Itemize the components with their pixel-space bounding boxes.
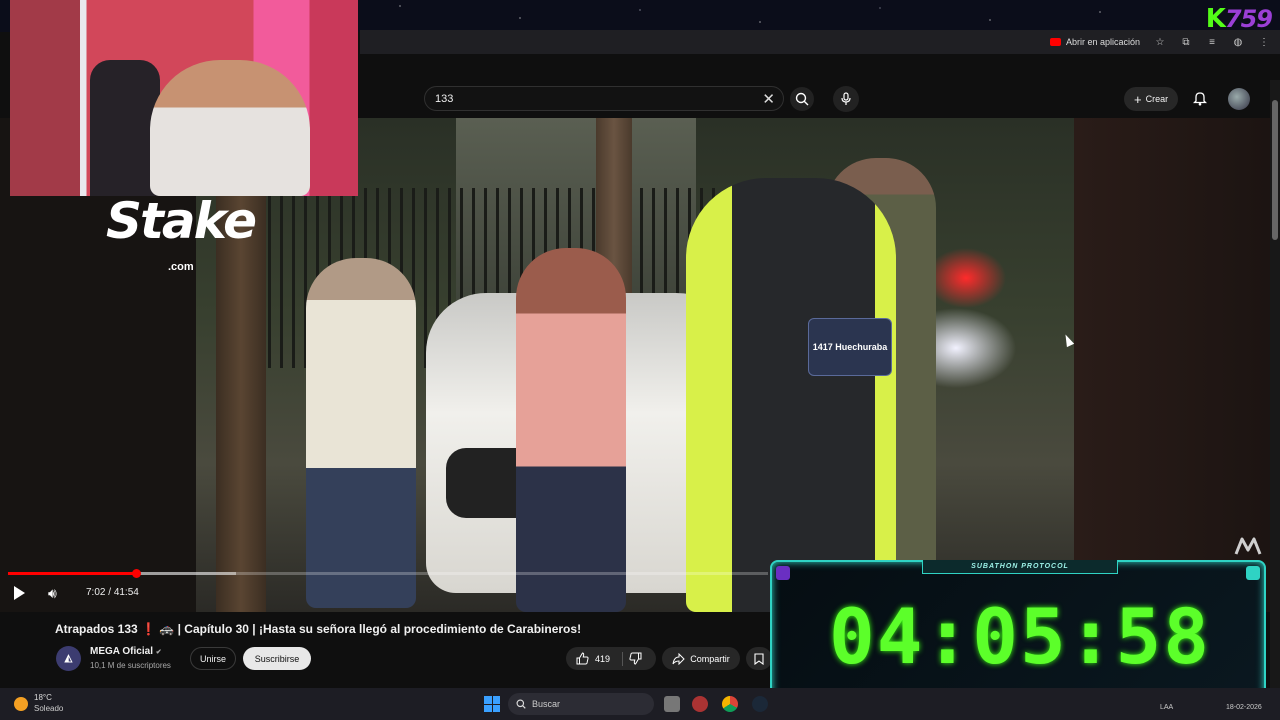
plus-icon: + xyxy=(1134,91,1142,107)
channel-name[interactable]: MEGA Oficial ✔ xyxy=(90,646,162,657)
progress-bar[interactable] xyxy=(8,569,768,578)
video-officer xyxy=(686,178,896,612)
share-label: Compartir xyxy=(690,653,730,664)
create-button[interactable]: + Crear xyxy=(1124,87,1179,111)
input-language[interactable]: LAA xyxy=(1160,704,1173,711)
clear-search-icon[interactable]: ✕ xyxy=(762,90,775,108)
subscriber-count: 10,1 M de suscriptores xyxy=(90,661,171,670)
like-icon[interactable] xyxy=(576,652,589,665)
progress-scrubber[interactable] xyxy=(131,569,141,578)
bookmark-icon xyxy=(754,652,764,665)
like-count: 419 xyxy=(595,653,611,664)
weather-condition[interactable]: Soleado xyxy=(34,704,63,713)
subathon-label: SUBATHON PROTOCOL xyxy=(922,560,1118,574)
windows-start-icon[interactable] xyxy=(484,696,500,712)
verified-icon: ✔ xyxy=(155,649,162,656)
corner-ornament xyxy=(776,566,790,580)
star-icon[interactable]: ☆ xyxy=(1154,36,1166,48)
app-icon[interactable] xyxy=(692,696,708,712)
streamer xyxy=(150,60,310,196)
youtube-icon xyxy=(1049,38,1061,46)
sun-icon[interactable] xyxy=(14,697,28,711)
voice-search-button[interactable] xyxy=(833,86,859,112)
volume-icon[interactable]: 🔊︎ xyxy=(48,585,57,602)
open-in-app-label: Abrir en aplicación xyxy=(1065,37,1140,47)
steam-icon[interactable] xyxy=(752,696,768,712)
webcam-overlay xyxy=(10,0,358,196)
screen: K759 Abrir en aplicación ☆ ⧉ ≡ ◍ ⋮ ✕ + C… xyxy=(0,0,1280,720)
weather-temperature[interactable]: 18°C xyxy=(34,693,52,702)
mega-logo-icon xyxy=(1234,537,1262,555)
divider xyxy=(622,651,624,666)
corner-ornament xyxy=(1246,566,1260,580)
search-input[interactable] xyxy=(435,92,735,105)
scrollbar-thumb[interactable] xyxy=(1272,100,1278,240)
search-box[interactable]: ✕ xyxy=(424,86,784,111)
notifications-button[interactable] xyxy=(1192,90,1208,111)
play-icon[interactable] xyxy=(14,586,25,600)
menu-icon[interactable]: ⋮ xyxy=(1258,36,1270,48)
share-button[interactable]: Compartir xyxy=(662,647,740,670)
save-button[interactable] xyxy=(746,647,772,670)
timer-value: 04:05:58 xyxy=(828,592,1212,681)
dislike-icon[interactable] xyxy=(629,652,642,665)
open-in-app-button[interactable]: Abrir en aplicación xyxy=(1049,37,1140,47)
microphone-icon xyxy=(841,92,851,105)
taskbar-search-label: Buscar xyxy=(532,699,561,709)
page-scrollbar[interactable] xyxy=(1270,80,1280,690)
create-label: Crear xyxy=(1145,94,1169,104)
chrome-icon[interactable] xyxy=(722,696,738,712)
join-button[interactable]: Unirse xyxy=(190,647,236,670)
search-button[interactable] xyxy=(790,87,814,111)
bell-icon xyxy=(1192,92,1208,106)
time-display: 7:02 / 41:54 xyxy=(86,587,139,598)
stake-domain: .com xyxy=(168,261,194,273)
media-icon[interactable]: ≡ xyxy=(1206,36,1218,48)
profile-icon[interactable]: ◍ xyxy=(1232,36,1244,48)
video-title: Atrapados 133 ❗ 🚓 | Capítulo 30 | ¡Hasta… xyxy=(55,622,582,636)
browser-toolbar: Abrir en aplicación ☆ ⧉ ≡ ◍ ⋮ xyxy=(360,30,1280,54)
like-dislike-group: 419 xyxy=(566,647,656,670)
progress-played xyxy=(8,572,136,575)
player-controls: 🔊︎ 7:02 / 41:54 xyxy=(0,566,770,612)
account-avatar[interactable] xyxy=(1228,88,1250,110)
channel-avatar[interactable]: ◭ xyxy=(56,646,81,671)
taskbar-date[interactable]: 18-02-2026 xyxy=(1226,704,1262,711)
video-person xyxy=(306,258,416,608)
webcam-background xyxy=(10,0,80,196)
task-view-icon[interactable] xyxy=(664,696,680,712)
search-icon xyxy=(795,92,809,106)
vest-badge: 1417 Huechuraba xyxy=(808,318,892,376)
youtube-header: ✕ + Crear xyxy=(360,80,1280,118)
windows-taskbar: 18°C Soleado Buscar LAA 18-02-2026 xyxy=(0,688,1280,720)
share-icon xyxy=(672,652,685,665)
subscribe-button[interactable]: Suscribirse xyxy=(243,647,311,670)
video-person xyxy=(516,248,626,612)
search-icon xyxy=(516,699,526,709)
taskbar-search[interactable]: Buscar xyxy=(508,693,654,715)
extensions-icon[interactable]: ⧉ xyxy=(1180,36,1192,48)
stake-logo: Stake xyxy=(106,192,257,250)
